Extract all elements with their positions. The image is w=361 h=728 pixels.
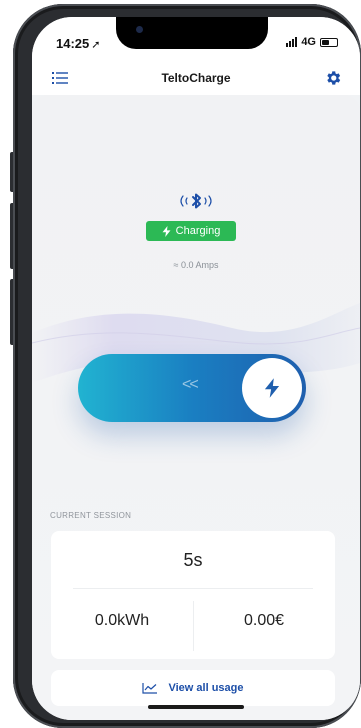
battery-icon xyxy=(320,37,338,47)
status-bar: 14:25 ➚ 4G xyxy=(32,17,360,63)
status-time-text: 14:25 xyxy=(56,36,90,51)
lightning-bolt-icon xyxy=(162,225,171,237)
charge-swipe-slider[interactable]: << xyxy=(78,354,306,422)
session-card: 5s 0.0kWh 0.00€ xyxy=(51,531,335,659)
slider-arrows: << xyxy=(182,376,199,393)
app-header: TeltoCharge xyxy=(32,63,360,95)
status-badge: Charging xyxy=(146,221,236,241)
session-duration: 5s xyxy=(183,550,203,570)
chart-line-icon xyxy=(142,683,158,694)
location-arrow-icon: ➚ xyxy=(91,39,101,51)
divider xyxy=(73,588,313,589)
status-indicators: 4G xyxy=(286,36,338,48)
home-indicator[interactable] xyxy=(148,705,244,709)
page-title: TeltoCharge xyxy=(161,71,231,85)
gear-icon[interactable] xyxy=(324,69,342,87)
app-screen: 14:25 ➚ 4G TeltoCharge Charging ≈ 0.0 Am… xyxy=(32,17,360,720)
notch xyxy=(116,17,268,49)
network-type: 4G xyxy=(301,36,316,48)
status-time: 14:25 ➚ xyxy=(56,36,100,51)
session-cost: 0.00€ xyxy=(243,612,285,629)
camera-icon xyxy=(136,26,143,33)
section-label-current-session: CURRENT SESSION xyxy=(50,511,132,520)
lightning-bolt-icon xyxy=(264,378,280,398)
session-energy: 0.0kWh xyxy=(94,612,150,629)
view-all-usage-label: View all usage xyxy=(168,682,244,694)
current-amps: ≈ 0.0 Amps xyxy=(173,260,219,270)
status-badge-label: Charging xyxy=(175,225,221,237)
main-content: Charging ≈ 0.0 Amps << CURRENT SESSION 5… xyxy=(32,95,360,720)
bluetooth-icon xyxy=(180,193,212,209)
view-all-usage-button[interactable]: View all usage xyxy=(51,670,335,706)
signal-icon xyxy=(286,37,298,47)
slider-knob[interactable] xyxy=(242,358,302,418)
